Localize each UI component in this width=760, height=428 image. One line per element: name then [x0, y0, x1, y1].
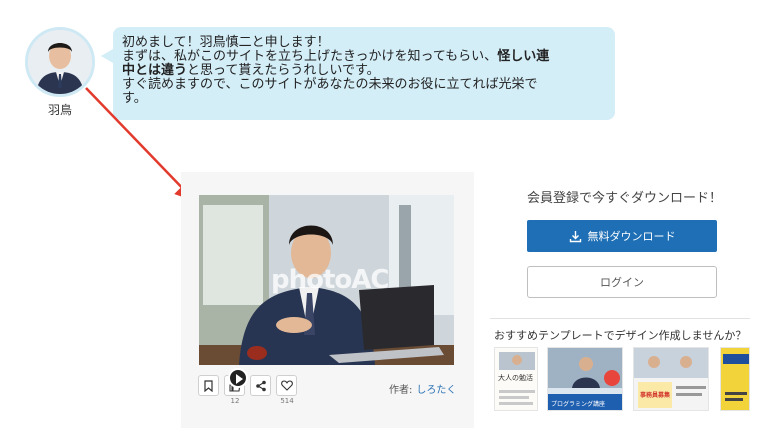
- download-label: 無料ダウンロード: [587, 230, 676, 243]
- heart-icon: [280, 380, 293, 391]
- bookmark-action: [198, 375, 220, 405]
- avatar: [25, 27, 95, 97]
- favorite-count: 514: [280, 397, 294, 405]
- stock-photo[interactable]: photoAC: [199, 195, 454, 365]
- template-thumb-1[interactable]: 大人の勉活: [494, 347, 538, 411]
- template-flyer-3-icon: [634, 348, 708, 408]
- share-icon: [255, 380, 266, 391]
- bubble-line-3: 中とは違うと思って貰えたらうれしいです。: [122, 64, 605, 78]
- login-button[interactable]: ログイン: [527, 266, 717, 298]
- share-button[interactable]: [250, 375, 271, 396]
- template-thumb-3[interactable]: 事務員募集: [633, 347, 709, 411]
- greeting-speech-bubble: 初めまして！羽鳥慎二と申します！ まずは、私がこのサイトを立ち上げたきっかけを知…: [101, 27, 615, 120]
- template-promo-title: おすすめテンプレートでデザイン作成しませんか？: [494, 329, 747, 342]
- download-icon: [569, 230, 581, 242]
- bookmark-count: [198, 397, 220, 405]
- bubble-line-1: 初めまして！羽鳥慎二と申します！: [122, 35, 330, 50]
- bubble-bold-text: 怪しい連: [497, 49, 550, 64]
- favorite-action: 514: [276, 375, 298, 405]
- avatar-portrait-icon: [28, 30, 92, 94]
- template-flyer-4-icon: [723, 354, 749, 401]
- bookmark-button[interactable]: [198, 375, 219, 396]
- author-avatar-block: 羽鳥: [22, 27, 98, 118]
- bookmark-icon: [204, 379, 213, 392]
- template-thumb-3-text: 事務員募集: [640, 392, 671, 399]
- template-thumb-2-text: プログラミング講座: [551, 401, 606, 408]
- favorite-button[interactable]: [276, 375, 297, 396]
- bubble-line-4: すぐ読めますので、このサイトがあなたの未来のお役に立てれば光栄で: [122, 77, 538, 92]
- template-thumbnails: 大人の勉活 プログラミング講座 事務員募集: [494, 347, 760, 411]
- template-thumb-2[interactable]: プログラミング講座: [547, 347, 623, 411]
- bubble-line-2: まずは、私がこのサイトを立ち上げたきっかけを知ってもらい、怪しい連: [122, 50, 605, 64]
- author-credit: 作者: しろたく: [389, 381, 456, 396]
- share-count: [250, 397, 272, 405]
- stock-photo-card: photoAC 12 514 作者: しろたく: [181, 172, 474, 428]
- photo-action-bar: 12 514: [198, 375, 298, 405]
- bubble-text: と思って貰えたらうれしいです。: [187, 63, 380, 78]
- bubble-bold-text: 中とは違う: [122, 63, 188, 78]
- template-thumb-4[interactable]: [720, 347, 750, 411]
- register-prompt: 会員登録で今すぐダウンロード！: [527, 191, 723, 206]
- section-divider: [490, 318, 750, 319]
- play-icon[interactable]: [228, 368, 248, 388]
- author-link[interactable]: しろたく: [416, 385, 456, 396]
- bubble-line-5: す。: [122, 91, 147, 106]
- like-count: 12: [230, 397, 240, 405]
- share-action: [250, 375, 272, 405]
- bubble-text: まずは、私がこのサイトを立ち上げたきっかけを知ってもらい、: [122, 49, 498, 64]
- author-label: 作者:: [389, 385, 413, 396]
- template-thumb-1-text: 大人の勉活: [498, 374, 533, 382]
- free-download-button[interactable]: 無料ダウンロード: [527, 220, 717, 252]
- photo-watermark: photoAC: [271, 265, 389, 295]
- avatar-name: 羽鳥: [47, 103, 72, 117]
